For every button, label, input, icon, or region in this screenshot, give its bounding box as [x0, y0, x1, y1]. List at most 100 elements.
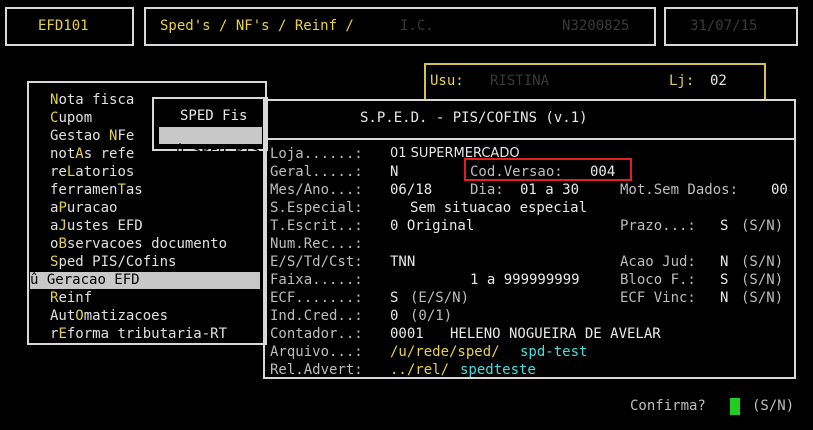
- faixa-value[interactable]: 1 a 999999999: [470, 272, 580, 288]
- menu-item-text: matizacoes: [83, 308, 169, 324]
- main-menu-item[interactable]: Cupom: [50, 110, 92, 126]
- menu-item-text: upom: [58, 110, 93, 126]
- confirm-hint: (S/N): [752, 398, 795, 414]
- main-menu-item[interactable]: aPuracao: [50, 200, 117, 216]
- confirm-prompt: Confirma?: [630, 398, 706, 414]
- menu-item-hotkey: J: [58, 218, 67, 234]
- submenu-item-sped-pis[interactable]: û SPED PIS: [159, 127, 262, 159]
- confirm-input[interactable]: S: [730, 398, 755, 430]
- sesp-label: S.Especial:: [270, 200, 363, 216]
- dia-value[interactable]: 01 a 30: [520, 182, 579, 198]
- menu-item-hotkey: E: [58, 326, 67, 342]
- menu-item-text: ota fisca: [58, 92, 135, 108]
- acaojud-label: Acao Jud:: [620, 254, 696, 270]
- indcred-hint: (0/1): [410, 308, 453, 324]
- menu-item-text: uracao: [66, 200, 118, 216]
- acaojud-hint: (S/N): [741, 254, 784, 270]
- menu-item-hotkey: B: [58, 236, 67, 252]
- numrec-label: Num.Rec...:: [270, 236, 363, 252]
- sesp-value[interactable]: Sem situacao especial: [410, 200, 587, 216]
- menu-item-hotkey: A: [75, 146, 84, 162]
- main-menu-item[interactable]: û Geracao EFD: [30, 272, 260, 289]
- store-value: 02: [710, 73, 727, 89]
- menu-item-text: Aut: [50, 308, 76, 324]
- menu-item-hotkey: T: [117, 182, 126, 198]
- ecfvinc-value[interactable]: N: [720, 290, 728, 306]
- menu-item-text: einf: [58, 290, 93, 306]
- main-menu-item[interactable]: aJustes EFD: [50, 218, 143, 234]
- store-label: Lj:: [669, 73, 695, 89]
- user-label: Usu:: [430, 73, 464, 89]
- menu-item-text: forma tributaria-RT: [66, 326, 228, 342]
- selection-marker: û: [30, 272, 47, 288]
- prazo-value[interactable]: S: [720, 218, 728, 234]
- faixa-label: Faixa.....:: [270, 272, 363, 288]
- tescrit-label: T.Escrit..:: [270, 218, 363, 234]
- menu-item-text: servacoes documento: [66, 236, 228, 252]
- menu-item-text: ped PIS/Cofins: [58, 254, 177, 270]
- menu-item-text: not: [50, 146, 76, 162]
- main-menu-item[interactable]: Gestao NFe: [50, 128, 134, 144]
- ecf-hint: (E/S/N): [410, 290, 470, 306]
- breadcrumb-faded: I.C.: [400, 18, 434, 34]
- menu-item-text: re: [50, 164, 67, 180]
- faded-date: 31/07/15: [690, 18, 758, 34]
- estd-label: E/S/Td/Cst:: [270, 254, 363, 270]
- ecf-value[interactable]: S: [390, 290, 398, 306]
- menu-item-text: atorios: [75, 164, 135, 180]
- program-code: EFD101: [38, 18, 89, 34]
- main-menu-item[interactable]: Sped PIS/Cofins: [50, 254, 176, 270]
- panel-title: S.P.E.D. - PIS/COFINS (v.1): [360, 110, 588, 126]
- contador-code[interactable]: 0001: [390, 326, 424, 342]
- contador-label: Contador..:: [270, 326, 363, 342]
- submenu-item-sped-pis-label: û SPED PIS: [175, 143, 261, 159]
- estd-value[interactable]: TNN: [390, 254, 415, 270]
- menu-item-text: ferramen: [50, 182, 118, 198]
- motsem-value[interactable]: 00: [771, 182, 788, 198]
- arquivo-path: /u/rede/sped/: [390, 344, 500, 360]
- menu-item-text: s refe: [83, 146, 135, 162]
- geral-label: Geral.....:: [270, 164, 363, 180]
- main-menu-item[interactable]: reLatorios: [50, 164, 134, 180]
- cod-versao-label: Cod.Versao:: [470, 164, 563, 180]
- main-menu-item[interactable]: ferramenTas: [50, 182, 143, 198]
- dia-label: Dia:: [470, 182, 504, 198]
- menu-item-text: Gestao: [50, 128, 110, 144]
- ecfvinc-hint: (S/N): [741, 290, 784, 306]
- main-menu-item[interactable]: AutOmatizacoes: [50, 308, 168, 324]
- submenu-item-sped-fiscal[interactable]: SPED Fis: [180, 108, 247, 124]
- menu-item-text: eracao EFD: [55, 272, 140, 288]
- main-menu-item[interactable]: oBservacoes documento: [50, 236, 227, 252]
- panel-title-divider: [263, 138, 796, 140]
- arquivo-label: Arquivo...:: [270, 344, 363, 360]
- blocof-label: Bloco F.:: [620, 272, 696, 288]
- mesano-label: Mes/Ano...:: [270, 182, 363, 198]
- acaojud-value[interactable]: N: [720, 254, 728, 270]
- menu-item-text: Fe: [117, 128, 135, 144]
- main-menu-item[interactable]: notAs refe: [50, 146, 134, 162]
- menu-item-text: as: [125, 182, 143, 198]
- menu-item-hotkey: O: [75, 308, 84, 324]
- contador-name: HELENO NOGUEIRA DE AVELAR: [450, 326, 661, 342]
- mesano-value[interactable]: 06/18: [390, 182, 432, 198]
- breadcrumb: Sped's / NF's / Reinf /: [160, 18, 354, 34]
- reladvert-label: Rel.Advert:: [270, 362, 363, 378]
- arquivo-file[interactable]: spd-test: [520, 344, 587, 360]
- main-menu-item[interactable]: Reinf: [50, 290, 92, 306]
- motsem-label: Mot.Sem Dados:: [620, 182, 739, 198]
- blocof-value[interactable]: S: [720, 272, 728, 288]
- menu-item-text: ustes EFD: [66, 218, 143, 234]
- reladvert-path: ../rel/: [390, 362, 450, 378]
- prazo-label: Prazo...:: [620, 218, 696, 234]
- ecfvinc-label: ECF Vinc:: [620, 290, 696, 306]
- cod-versao-value[interactable]: 004: [590, 164, 615, 180]
- main-menu-item[interactable]: rEforma tributaria-RT: [50, 326, 227, 342]
- menu-item-hotkey: P: [58, 200, 67, 216]
- reladvert-file[interactable]: spedteste: [460, 362, 536, 378]
- user-name: RISTINA: [490, 73, 550, 89]
- indcred-value[interactable]: 0: [390, 308, 398, 324]
- main-menu-item[interactable]: Nota fisca: [50, 92, 134, 108]
- blocof-hint: (S/N): [741, 272, 784, 288]
- tescrit-value[interactable]: 0 Original: [390, 218, 474, 234]
- geral-value[interactable]: N: [390, 164, 398, 180]
